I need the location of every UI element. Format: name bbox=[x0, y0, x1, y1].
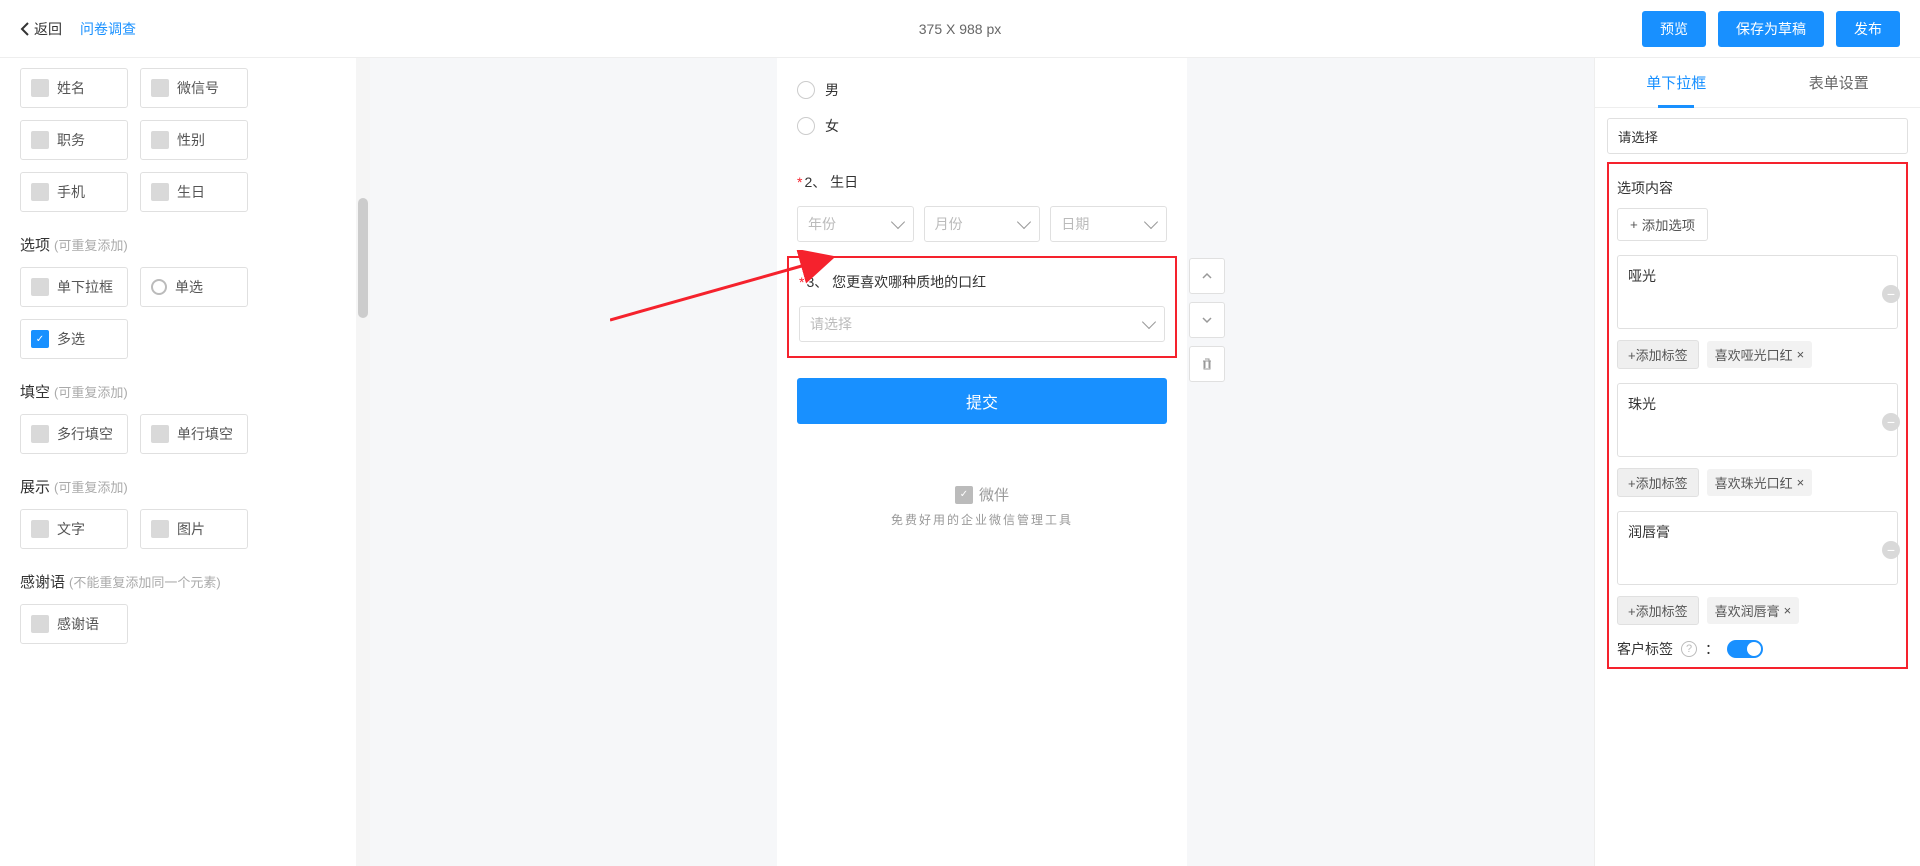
calendar-icon bbox=[151, 183, 169, 201]
preview-canvas: 男 女 *2、 生日 年份 月份 日期 *3、 您更喜欢哪种质地的口红 请选择 bbox=[370, 58, 1594, 866]
option-text-input[interactable] bbox=[1617, 511, 1898, 585]
help-icon[interactable]: ? bbox=[1681, 641, 1697, 657]
back-label: 返回 bbox=[34, 19, 62, 39]
gender-icon bbox=[151, 131, 169, 149]
customer-tag-label: 客户标签 bbox=[1617, 639, 1673, 659]
chevron-down-icon bbox=[891, 215, 905, 229]
tag-remove-icon[interactable]: × bbox=[1797, 475, 1805, 490]
widget-birthday[interactable]: 生日 bbox=[140, 172, 248, 212]
required-mark: * bbox=[799, 274, 804, 290]
chevron-down-icon bbox=[1142, 315, 1156, 329]
option-text-input[interactable] bbox=[1617, 255, 1898, 329]
option-item: − +添加标签 喜欢哑光口红× bbox=[1617, 255, 1898, 369]
radio-option-male[interactable]: 男 bbox=[797, 72, 1167, 108]
widget-gender[interactable]: 性别 bbox=[140, 120, 248, 160]
save-draft-button[interactable]: 保存为草稿 bbox=[1718, 11, 1824, 47]
option-text-input[interactable] bbox=[1617, 383, 1898, 457]
month-select[interactable]: 月份 bbox=[924, 206, 1041, 242]
image-icon bbox=[151, 520, 169, 538]
section-show-title: 展示 bbox=[20, 479, 50, 496]
required-mark: * bbox=[797, 174, 802, 190]
person-icon bbox=[31, 79, 49, 97]
radio-circle-icon bbox=[797, 81, 815, 99]
phone-icon bbox=[31, 183, 49, 201]
chevron-down-icon bbox=[1017, 215, 1031, 229]
brand-icon: ✓ bbox=[955, 486, 973, 504]
option-item: − +添加标签 喜欢珠光口红× bbox=[1617, 383, 1898, 497]
widget-wechat[interactable]: 微信号 bbox=[140, 68, 248, 108]
add-tag-button[interactable]: +添加标签 bbox=[1617, 468, 1699, 497]
chevron-down-icon bbox=[1144, 215, 1158, 229]
briefcase-icon bbox=[31, 131, 49, 149]
properties-panel: 单下拉框 表单设置 选项内容 +添加选项 − +添加标签 喜欢哑光口红× bbox=[1594, 58, 1920, 866]
widget-radio[interactable]: 单选 bbox=[140, 267, 248, 307]
section-thanks-title: 感谢语 bbox=[20, 574, 65, 591]
radio-circle-icon bbox=[797, 117, 815, 135]
options-content-section: 选项内容 +添加选项 − +添加标签 喜欢哑光口红× − +添加标签 喜欢珠光口 bbox=[1607, 162, 1908, 669]
question-birthday[interactable]: *2、 生日 年份 月份 日期 bbox=[787, 158, 1177, 256]
widget-dropdown[interactable]: 单下拉框 bbox=[20, 267, 128, 307]
move-up-button[interactable] bbox=[1189, 258, 1225, 294]
text-icon bbox=[31, 520, 49, 538]
widget-sidebar: 姓名 微信号 职务 性别 手机 生日 选项(可重复添加) 单下拉框 单选 ✓多选… bbox=[0, 58, 370, 866]
delete-button[interactable] bbox=[1189, 346, 1225, 382]
textarea-icon bbox=[31, 425, 49, 443]
options-content-label: 选项内容 bbox=[1617, 178, 1898, 198]
breadcrumb[interactable]: 问卷调查 bbox=[80, 19, 136, 39]
back-button[interactable]: 返回 bbox=[20, 19, 62, 39]
question-lipstick-selected[interactable]: *3、 您更喜欢哪种质地的口红 请选择 bbox=[787, 256, 1177, 358]
move-down-button[interactable] bbox=[1189, 302, 1225, 338]
submit-button[interactable]: 提交 bbox=[797, 378, 1167, 424]
canvas-dimensions: 375 X 988 px bbox=[919, 21, 1002, 37]
add-tag-button[interactable]: +添加标签 bbox=[1617, 340, 1699, 369]
tab-form-settings[interactable]: 表单设置 bbox=[1758, 58, 1920, 107]
widget-textinput[interactable]: 单行填空 bbox=[140, 414, 248, 454]
question-gender[interactable]: 男 女 bbox=[787, 58, 1177, 158]
wechat-icon bbox=[151, 79, 169, 97]
year-select[interactable]: 年份 bbox=[797, 206, 914, 242]
option-delete-button[interactable]: − bbox=[1882, 285, 1900, 303]
thanks-icon bbox=[31, 615, 49, 633]
tag-chip: 喜欢润唇膏× bbox=[1707, 597, 1800, 624]
widget-thanks[interactable]: 感谢语 bbox=[20, 604, 128, 644]
radio-option-female[interactable]: 女 bbox=[797, 108, 1167, 144]
widget-textarea[interactable]: 多行填空 bbox=[20, 414, 128, 454]
footer-brand: ✓微伴 免费好用的企业微信管理工具 bbox=[787, 484, 1177, 528]
lipstick-select[interactable]: 请选择 bbox=[799, 306, 1165, 342]
day-select[interactable]: 日期 bbox=[1050, 206, 1167, 242]
tag-remove-icon[interactable]: × bbox=[1784, 603, 1792, 618]
radio-icon bbox=[151, 279, 167, 295]
scrollbar-thumb[interactable] bbox=[358, 198, 368, 318]
dropdown-icon bbox=[31, 278, 49, 296]
plus-icon: + bbox=[1630, 217, 1638, 232]
placeholder-input[interactable] bbox=[1607, 118, 1908, 154]
publish-button[interactable]: 发布 bbox=[1836, 11, 1900, 47]
preview-button[interactable]: 预览 bbox=[1642, 11, 1706, 47]
customer-tag-toggle[interactable] bbox=[1727, 640, 1763, 658]
sidebar-scrollbar[interactable] bbox=[356, 58, 370, 866]
section-options-title: 选项 bbox=[20, 237, 50, 254]
widget-job[interactable]: 职务 bbox=[20, 120, 128, 160]
widget-image[interactable]: 图片 bbox=[140, 509, 248, 549]
input-icon bbox=[151, 425, 169, 443]
add-tag-button[interactable]: +添加标签 bbox=[1617, 596, 1699, 625]
add-option-button[interactable]: +添加选项 bbox=[1617, 208, 1708, 241]
checkbox-icon: ✓ bbox=[31, 330, 49, 348]
widget-phone[interactable]: 手机 bbox=[20, 172, 128, 212]
option-delete-button[interactable]: − bbox=[1882, 413, 1900, 431]
widget-text[interactable]: 文字 bbox=[20, 509, 128, 549]
option-item: − +添加标签 喜欢润唇膏× bbox=[1617, 511, 1898, 625]
tag-chip: 喜欢哑光口红× bbox=[1707, 341, 1813, 368]
tab-dropdown[interactable]: 单下拉框 bbox=[1595, 58, 1758, 107]
section-fill-title: 填空 bbox=[20, 384, 50, 401]
tag-chip: 喜欢珠光口红× bbox=[1707, 469, 1813, 496]
widget-name[interactable]: 姓名 bbox=[20, 68, 128, 108]
option-delete-button[interactable]: − bbox=[1882, 541, 1900, 559]
widget-checkbox[interactable]: ✓多选 bbox=[20, 319, 128, 359]
tag-remove-icon[interactable]: × bbox=[1797, 347, 1805, 362]
